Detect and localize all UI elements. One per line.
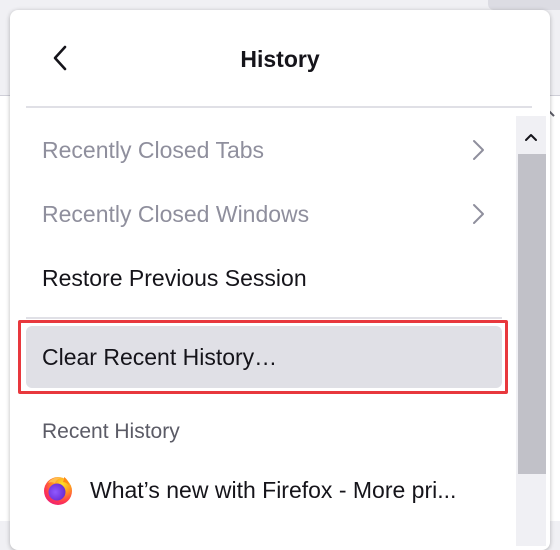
recently-closed-windows-item[interactable]: Recently Closed Windows (26, 186, 502, 242)
history-panel: History Recently Closed Tabs Recently Cl… (10, 10, 550, 550)
panel-header: History (10, 10, 550, 106)
recently-closed-tabs-label: Recently Closed Tabs (42, 136, 265, 163)
firefox-icon (44, 477, 72, 505)
scroll-up-button[interactable] (516, 122, 546, 152)
history-item[interactable]: What’s new with Firefox - More pri... (26, 462, 502, 518)
chevron-right-icon (473, 204, 484, 224)
recently-closed-windows-label: Recently Closed Windows (42, 200, 310, 227)
header-divider (26, 106, 532, 108)
chevron-up-icon (525, 134, 537, 141)
scrollbar-thumb[interactable] (518, 154, 546, 474)
menu-divider (26, 317, 502, 319)
recent-history-heading: Recent History (42, 420, 180, 443)
restore-previous-session-label: Restore Previous Session (42, 264, 307, 291)
panel-title: History (240, 46, 320, 72)
restore-previous-session-item[interactable]: Restore Previous Session (26, 250, 502, 306)
clear-recent-history-button[interactable]: Clear Recent History… (26, 326, 502, 388)
history-item-title: What’s new with Firefox - More pri... (90, 476, 457, 503)
chevron-right-icon (473, 140, 484, 160)
clear-recent-history-label: Clear Recent History… (42, 343, 278, 370)
scrollbar[interactable] (516, 116, 546, 546)
recently-closed-tabs-item[interactable]: Recently Closed Tabs (26, 122, 502, 178)
browser-toolbar-button (488, 0, 560, 10)
